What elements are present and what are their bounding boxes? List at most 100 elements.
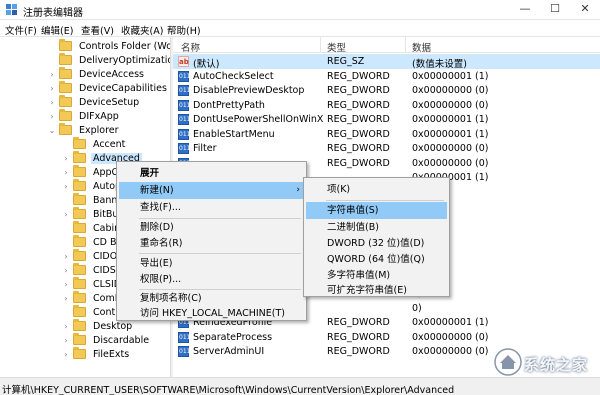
cell-type: REG_DWORD <box>327 143 390 154</box>
expander-icon[interactable]: › <box>62 154 70 163</box>
expander-icon[interactable]: › <box>62 210 70 219</box>
cell-type: REG_DWORD <box>327 85 390 96</box>
cell-data: 0x00000001 (1) <box>412 70 489 82</box>
folder-icon <box>73 277 86 289</box>
tree-item[interactable]: ⌄ Explorer <box>48 123 121 137</box>
cell-type: REG_SZ <box>327 56 365 67</box>
maximize-icon[interactable]: ☐ <box>540 0 570 20</box>
table-row[interactable]: 011 AutoCheckSelect REG_DWORD 0x00000001 (1… <box>173 69 600 84</box>
tree-item-label: DeviceCapabilities <box>79 82 167 94</box>
folder-icon <box>73 305 86 317</box>
menu-item-new-key[interactable]: 项(K) <box>306 181 447 198</box>
tree-item-label: Accent <box>93 138 126 150</box>
tree-item[interactable]: DeliveryOptimization <box>48 53 170 67</box>
expander-icon[interactable]: ⌄ <box>48 126 56 135</box>
title-bar: 注册表编辑器 — ☐ ✕ <box>0 0 600 20</box>
window-title: 注册表编辑器 <box>23 8 83 19</box>
binary-value-icon: 011 <box>178 114 191 125</box>
menu-edit[interactable]: 编辑(E) <box>41 23 73 37</box>
menu-item-qword-value[interactable]: QWORD (64 位)值(Q) <box>306 251 447 268</box>
tree-item[interactable]: Accent <box>62 137 127 151</box>
folder-icon <box>59 123 72 135</box>
menu-favorites[interactable]: 收藏夹(A) <box>121 23 163 37</box>
folder-icon <box>73 151 86 163</box>
table-row[interactable]: 011 Filter REG_DWORD 0x00000000 (0) <box>173 141 600 156</box>
menu-item-expandable-string-value[interactable]: 可扩充字符串值(E) <box>306 282 447 299</box>
cell-data: 0x00000001 (1) <box>412 114 489 125</box>
folder-icon <box>73 291 86 303</box>
binary-value-icon: 011 <box>178 331 191 343</box>
submenu-arrow-icon: › <box>296 185 300 195</box>
tree-item-label: FileExts <box>93 348 130 360</box>
minimize-icon[interactable]: — <box>510 0 540 20</box>
tree-item[interactable]: › DeviceSetup <box>48 95 141 109</box>
folder-icon <box>73 319 86 331</box>
expander-icon[interactable]: › <box>62 294 70 303</box>
cell-type: REG_DWORD <box>327 114 390 125</box>
menu-item-permissions[interactable]: 权限(P)... <box>119 271 304 288</box>
tree-item[interactable]: › FileExts <box>62 347 131 361</box>
column-type-header[interactable]: 类型 <box>327 40 346 54</box>
menu-file[interactable]: 文件(F) <box>5 23 37 37</box>
tree-item[interactable]: › Discardable <box>62 333 151 347</box>
expander-icon[interactable]: › <box>62 336 70 345</box>
table-row[interactable]: 011 DisablePreviewDesktop REG_DWORD 0x00000… <box>173 83 600 98</box>
folder-icon <box>73 263 86 275</box>
expander-icon[interactable]: › <box>62 252 70 261</box>
menu-item-new[interactable]: 新建(N) › <box>119 182 304 199</box>
cell-name: DisablePreviewDesktop <box>193 85 305 96</box>
expander-icon[interactable]: › <box>62 322 70 331</box>
tree-item[interactable]: › CLSID <box>62 277 123 291</box>
column-data-header[interactable]: 数据 <box>412 40 431 54</box>
expander-icon[interactable]: › <box>62 168 70 177</box>
expander-icon[interactable]: › <box>48 70 56 79</box>
binary-value-icon: 011 <box>178 128 191 140</box>
cell-type: REG_DWORD <box>327 317 390 328</box>
tree-item[interactable]: › DeviceCapabilities <box>48 81 169 95</box>
menu-item-expand[interactable]: 展开 <box>119 165 304 182</box>
menu-item-dword-value[interactable]: DWORD (32 位)值(D) <box>306 235 447 252</box>
cell-name: DontUsePowerShellOnWinX <box>193 114 324 125</box>
menu-view[interactable]: 查看(V) <box>81 23 114 37</box>
menu-item-goto-hklm[interactable]: 访问 HKEY_LOCAL_MACHINE(T) <box>119 305 304 322</box>
cell-data: 0x00000000 (0) <box>412 346 489 357</box>
menu-item-string-value[interactable]: 字符串值(S) <box>306 202 447 219</box>
expander-icon[interactable]: › <box>62 350 70 359</box>
tree-item-label: Controls Folder (Wo <box>79 40 170 52</box>
menu-item-rename[interactable]: 重命名(R) <box>119 235 304 252</box>
table-row[interactable]: 011 DontUsePowerShellOnWinX REG_DWORD 0x000… <box>173 112 600 127</box>
menu-help[interactable]: 帮助(H) <box>167 23 201 37</box>
column-divider[interactable] <box>405 37 406 53</box>
menu-item-delete[interactable]: 删除(D) <box>119 219 304 236</box>
column-divider[interactable] <box>320 37 321 53</box>
menu-separator <box>139 253 301 254</box>
cell-data: 0) <box>412 302 422 314</box>
expander-icon[interactable]: › <box>62 182 70 191</box>
menu-item-binary-value[interactable]: 二进制值(B) <box>306 219 447 236</box>
expander-icon[interactable]: › <box>48 112 56 121</box>
table-row[interactable]: 011 EnableStartMenu REG_DWORD 0x00000001 (1… <box>173 127 600 142</box>
expander-icon[interactable]: › <box>48 84 56 93</box>
cell-name: EnableStartMenu <box>193 128 275 140</box>
expander-icon[interactable]: › <box>62 280 70 289</box>
table-row[interactable]: 011 SeparateProcess REG_DWORD 0x00000000 (0… <box>173 330 600 345</box>
tree-item[interactable]: › DIFxApp <box>48 109 121 123</box>
expander-icon[interactable]: › <box>48 98 56 107</box>
table-row[interactable]: 011 DontPrettyPath REG_DWORD 0x00000000 (0) <box>173 98 600 113</box>
watermark-text: 系统之家 <box>524 356 589 374</box>
column-name-header[interactable]: 名称 <box>181 40 200 54</box>
menu-item-find[interactable]: 查找(F)... <box>119 199 304 216</box>
folder-icon <box>59 109 72 121</box>
binary-value-icon: 011 <box>178 85 191 96</box>
menu-item-export[interactable]: 导出(E) <box>119 255 304 272</box>
tree-item[interactable]: › DeviceAccess <box>48 67 146 81</box>
tree-item[interactable]: Controls Folder (Wo <box>48 39 170 53</box>
cell-name: AutoCheckSelect <box>193 70 274 82</box>
table-row[interactable]: ab (默认) REG_SZ (数值未设置) <box>173 54 600 70</box>
binary-value-icon: 011 <box>178 70 191 82</box>
folder-icon <box>59 81 72 93</box>
close-icon[interactable]: ✕ <box>570 0 600 20</box>
cell-name: DontPrettyPath <box>193 99 265 111</box>
watermark: 系统之家 <box>488 344 598 380</box>
expander-icon[interactable]: › <box>62 266 70 275</box>
